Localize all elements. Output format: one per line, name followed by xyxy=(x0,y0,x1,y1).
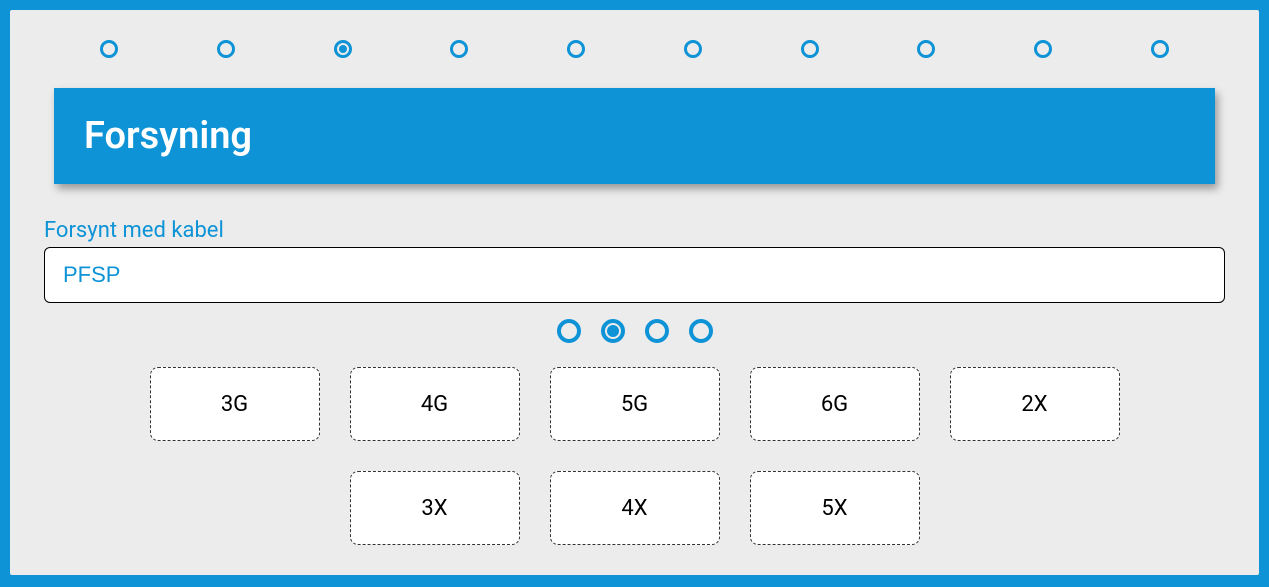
sub-step-1[interactable] xyxy=(557,319,581,343)
step-dot-4[interactable] xyxy=(450,40,468,58)
step-dot-7[interactable] xyxy=(801,40,819,58)
sub-step-2[interactable] xyxy=(601,319,625,343)
step-dot-5[interactable] xyxy=(567,40,585,58)
sub-step-3[interactable] xyxy=(645,319,669,343)
step-dot-9[interactable] xyxy=(1034,40,1052,58)
cable-label: Forsynt med kabel xyxy=(44,218,1225,243)
step-indicator xyxy=(40,30,1229,88)
page-title: Forsyning xyxy=(84,114,1185,158)
option-6g[interactable]: 6G xyxy=(750,367,920,441)
option-4x[interactable]: 4X xyxy=(550,471,720,545)
step-dot-10[interactable] xyxy=(1151,40,1169,58)
section-header: Forsyning xyxy=(54,88,1215,184)
step-dot-2[interactable] xyxy=(217,40,235,58)
step-dot-3[interactable] xyxy=(334,40,352,58)
form-container: Forsyning Forsynt med kabel 3G 4G 5G 6G … xyxy=(10,10,1259,575)
step-dot-8[interactable] xyxy=(917,40,935,58)
cable-field: Forsynt med kabel xyxy=(40,218,1229,303)
sub-step-indicator xyxy=(40,319,1229,343)
options-grid: 3G 4G 5G 6G 2X 3X 4X 5X xyxy=(40,367,1229,545)
sub-step-4[interactable] xyxy=(689,319,713,343)
option-3x[interactable]: 3X xyxy=(350,471,520,545)
option-4g[interactable]: 4G xyxy=(350,367,520,441)
option-5g[interactable]: 5G xyxy=(550,367,720,441)
cable-input[interactable] xyxy=(44,247,1225,303)
option-3g[interactable]: 3G xyxy=(150,367,320,441)
step-dot-1[interactable] xyxy=(100,40,118,58)
option-5x[interactable]: 5X xyxy=(750,471,920,545)
step-dot-6[interactable] xyxy=(684,40,702,58)
option-2x[interactable]: 2X xyxy=(950,367,1120,441)
